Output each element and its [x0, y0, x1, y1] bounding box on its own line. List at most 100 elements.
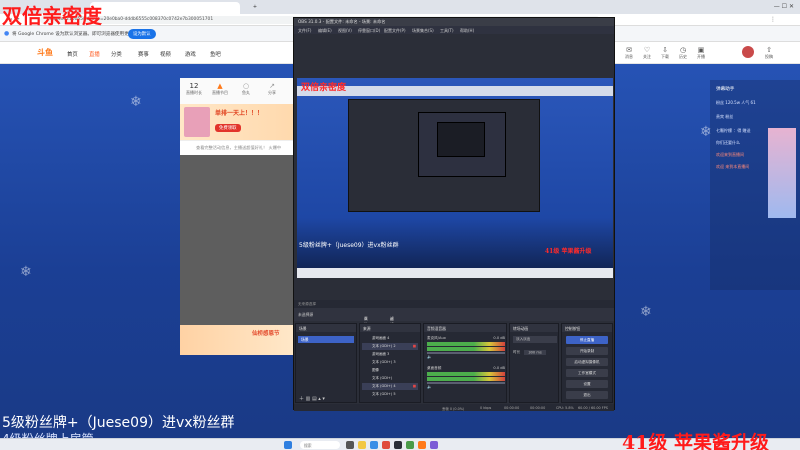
nav-games[interactable]: 游戏	[185, 50, 196, 58]
mixer-header: 音频混音器	[424, 324, 506, 332]
speaker-icon[interactable]: 🔈	[427, 384, 432, 389]
snowflake-icon: ❄	[130, 94, 142, 110]
stat-programs[interactable]: ▲ 直播节目	[210, 82, 230, 96]
menu-help[interactable]: 帮助(H)	[460, 28, 474, 34]
chat-line: 七颗柠檬 ：得 赠送	[716, 128, 751, 133]
promo-banner-2[interactable]: 仙桥感恩节	[180, 325, 295, 355]
chat-line: 欢迎 来到本直播间	[716, 164, 750, 169]
task-view-icon[interactable]	[346, 441, 354, 449]
scene-item[interactable]: 场景	[298, 336, 354, 343]
stream-placeholder	[180, 155, 295, 325]
add-icon[interactable]: ＋	[299, 396, 304, 402]
chrome-taskbar-icon[interactable]	[382, 441, 390, 449]
studio-mode-button[interactable]: 工作室模式	[566, 369, 608, 377]
start-recording-button[interactable]: 开始录制	[566, 347, 608, 355]
trash-icon[interactable]: ▥	[306, 396, 311, 402]
speaker-icon[interactable]: 🔈	[427, 354, 432, 359]
gift-icon: ▲	[217, 82, 223, 90]
menu-docks[interactable]: 停靠窗口(D)	[358, 28, 380, 34]
dropped-frames: 丢帧 0 (0.0%)	[442, 406, 465, 411]
menu-view[interactable]: 视图(V)	[338, 28, 352, 34]
lock-icon[interactable]: ■	[413, 384, 416, 388]
live-timer: 00:00:00	[504, 405, 520, 410]
source-row[interactable]: 文本 (GDI+) 5	[362, 391, 418, 398]
nav-home[interactable]: 首页	[67, 50, 78, 58]
obs-preview[interactable]: 双倍亲密度 5级粉丝牌+（Juese09）进vx粉丝群 41级 苹果酱升级	[297, 78, 613, 278]
menu-profile[interactable]: 配置文件(P)	[384, 28, 406, 34]
site-logo[interactable]: 斗鱼	[37, 47, 53, 58]
topbar-download[interactable]: ⇩ 下载	[656, 46, 674, 60]
source-row[interactable]: 游戏画面 3	[362, 351, 418, 358]
browser-tab-active[interactable]	[90, 2, 240, 14]
sources-dock: 来源 游戏画面 4 文本 (GDI+) 2 ■ 游戏画面 3 文本 (GDI+) …	[359, 323, 421, 403]
volume-meter	[427, 342, 505, 346]
menu-file[interactable]: 文件(F)	[298, 28, 311, 34]
side-ad-image[interactable]	[768, 128, 796, 218]
promo-banner[interactable]: 单排一天上！！！ 免费领取	[180, 104, 295, 140]
volume-slider[interactable]	[427, 352, 505, 354]
arrow-down-icon[interactable]: ▾	[322, 396, 325, 402]
scenes-dock: 场景 场景 ＋ ▥ ▤ ▴ ▾	[295, 323, 357, 403]
nav-live[interactable]: 直播	[89, 50, 100, 58]
app-icon[interactable]	[430, 441, 438, 449]
menu-kebab-icon[interactable]: ⋮	[770, 16, 776, 23]
arrow-up-icon[interactable]: ▴	[318, 396, 321, 402]
topbar-follow[interactable]: ♡ 关注	[638, 46, 656, 60]
app-icon[interactable]	[406, 441, 414, 449]
filter-icon[interactable]: ▤	[312, 396, 317, 402]
edge-icon[interactable]	[370, 441, 378, 449]
promo-claim-button[interactable]: 免费领取	[215, 124, 241, 132]
message-icon: ✉	[626, 46, 632, 54]
controls-dock: 控制按钮 停止直播 开始录制 启动虚拟摄像机 工作室模式 设置 退出	[561, 323, 613, 403]
topbar-start-stream[interactable]: ▣ 开播	[692, 46, 710, 60]
menu-scene-collection[interactable]: 场景集合(S)	[412, 28, 434, 34]
source-row[interactable]: 文本 (GDI+) 3	[362, 359, 418, 366]
volume-slider[interactable]	[427, 382, 505, 384]
menu-tools[interactable]: 工具(T)	[440, 28, 454, 34]
avatar[interactable]	[742, 46, 754, 58]
douyu-taskbar-icon[interactable]	[418, 441, 426, 449]
obs-menubar: 文件(F) 编辑(E) 视图(V) 停靠窗口(D) 配置文件(P) 场景集合(S…	[294, 26, 614, 34]
stat-share[interactable]: ↗ 分享	[262, 82, 282, 96]
set-default-button[interactable]: 设为默认	[128, 29, 156, 39]
stat-fishball[interactable]: ○ 鱼丸	[236, 82, 256, 96]
lock-icon[interactable]: ■	[413, 344, 416, 348]
new-tab-icon[interactable]: +	[245, 2, 265, 14]
topbar-history[interactable]: ◷ 历史	[674, 46, 692, 60]
chat-line: 欢迎来到直播间	[716, 152, 744, 157]
nav-category[interactable]: 分类	[111, 50, 122, 58]
source-row[interactable]: 文本 (GDI+)	[362, 375, 418, 382]
nav-video[interactable]: 视频	[160, 50, 171, 58]
virtual-camera-button[interactable]: 启动虚拟摄像机	[566, 358, 608, 366]
controls-header: 控制按钮	[562, 324, 612, 332]
window-controls-icon[interactable]: — ☐ ✕	[774, 3, 794, 10]
nav-yuba[interactable]: 鱼吧	[210, 50, 221, 58]
taskbar-search[interactable]: 搜索	[300, 441, 340, 449]
menu-edit[interactable]: 编辑(E)	[318, 28, 332, 34]
topbar-message[interactable]: ✉ 消息	[620, 46, 638, 60]
stop-streaming-button[interactable]: 停止直播	[566, 336, 608, 344]
source-row[interactable]: 文本 (GDI+) 2 ■	[362, 343, 418, 350]
panel-tabs[interactable]: 贵宾 粉丝	[716, 114, 733, 120]
sources-header: 来源	[360, 324, 420, 332]
nav-esports[interactable]: 赛事	[138, 50, 149, 58]
topbar-upload[interactable]: ⇧ 投稿	[760, 46, 778, 60]
transition-type-select[interactable]: 淡入淡出	[513, 336, 557, 343]
duration-input[interactable]: 300 ms	[524, 349, 546, 355]
settings-button[interactable]: 设置	[566, 380, 608, 388]
footer-text: 查看完整活动信息，主播送超值好礼！ 火爆中	[196, 145, 282, 150]
explorer-icon[interactable]	[358, 441, 366, 449]
download-icon: ⇩	[662, 46, 668, 54]
source-row[interactable]: 图像	[362, 367, 418, 374]
obs-taskbar-icon[interactable]	[394, 441, 402, 449]
obs-titlebar[interactable]: OBS 31.0.3 - 配置文件: 未命名 - 场景: 未命名	[294, 18, 614, 26]
exit-button[interactable]: 退出	[566, 391, 608, 399]
bitrate: 0 kbps	[480, 405, 492, 410]
windows-start-icon[interactable]	[284, 441, 292, 449]
snowflake-icon: ❄	[640, 304, 652, 320]
share-icon: ↗	[269, 82, 275, 90]
volume-meter	[427, 372, 505, 376]
chrome-icon: ●	[4, 30, 10, 37]
source-row[interactable]: 游戏画面 4	[362, 335, 418, 342]
source-row[interactable]: 文本 (GDI+) 4 ■	[362, 383, 418, 390]
